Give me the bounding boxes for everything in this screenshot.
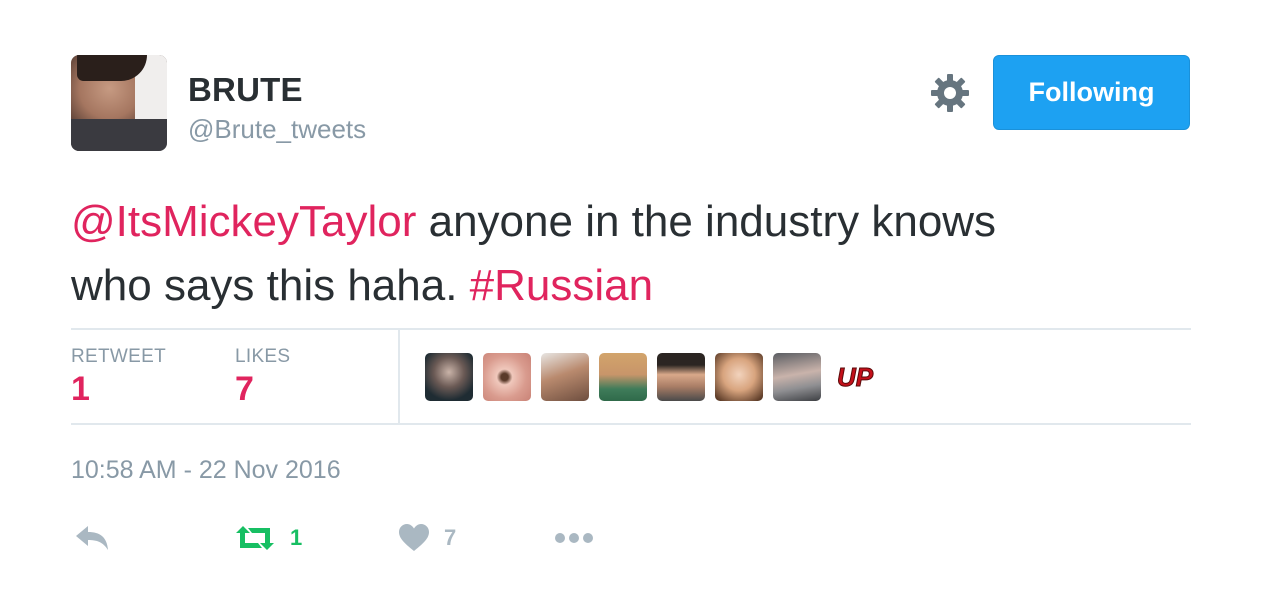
stats-divider: [398, 330, 400, 424]
liker-avatar[interactable]: [657, 353, 705, 401]
mention-link[interactable]: @ItsMickeyTaylor: [71, 197, 416, 246]
gear-icon[interactable]: [930, 73, 970, 113]
svg-text:UP: UP: [837, 362, 874, 392]
likes-stat-count[interactable]: 7: [235, 370, 254, 409]
retweet-button[interactable]: 1: [234, 518, 302, 558]
hashtag-link[interactable]: #Russian: [470, 261, 653, 310]
more-dots-icon: [555, 533, 593, 543]
user-avatar[interactable]: [71, 55, 167, 151]
retweet-stat-label[interactable]: RETWEET: [71, 346, 166, 368]
reply-button[interactable]: [74, 518, 110, 558]
liker-avatar[interactable]: UP: [831, 353, 879, 401]
liker-avatar[interactable]: [425, 353, 473, 401]
like-button[interactable]: 7: [398, 518, 456, 558]
liker-avatar[interactable]: [773, 353, 821, 401]
retweet-stat-count[interactable]: 1: [71, 370, 90, 409]
user-handle[interactable]: @Brute_tweets: [188, 114, 366, 145]
tweet-text: @ItsMickeyTaylor anyone in the industry …: [71, 190, 1191, 318]
tweet-actions: 1 7: [0, 518, 1264, 558]
liker-avatar[interactable]: [599, 353, 647, 401]
likes-stat-label[interactable]: LIKES: [235, 346, 290, 368]
display-name[interactable]: BRUTE: [188, 71, 303, 109]
retweet-icon: [236, 526, 274, 550]
liker-avatar[interactable]: [483, 353, 531, 401]
reply-icon: [76, 526, 108, 550]
heart-icon: [399, 524, 429, 551]
divider-top: [71, 328, 1191, 330]
up-logo-icon: UP: [836, 362, 874, 393]
avatar-shirt: [71, 119, 167, 151]
tweet-text-line1: anyone in the industry knows: [416, 197, 997, 246]
tweet-text-line2: who says this haha.: [71, 261, 470, 310]
more-button[interactable]: [554, 518, 594, 558]
following-button[interactable]: Following: [993, 55, 1190, 130]
like-action-count: 7: [444, 525, 457, 550]
tweet-timestamp[interactable]: 10:58 AM - 22 Nov 2016: [71, 456, 341, 485]
likers-avatars: UP: [425, 353, 879, 401]
divider-bottom: [71, 423, 1191, 425]
liker-avatar[interactable]: [715, 353, 763, 401]
retweet-action-count: 1: [290, 525, 303, 550]
liker-avatar[interactable]: [541, 353, 589, 401]
